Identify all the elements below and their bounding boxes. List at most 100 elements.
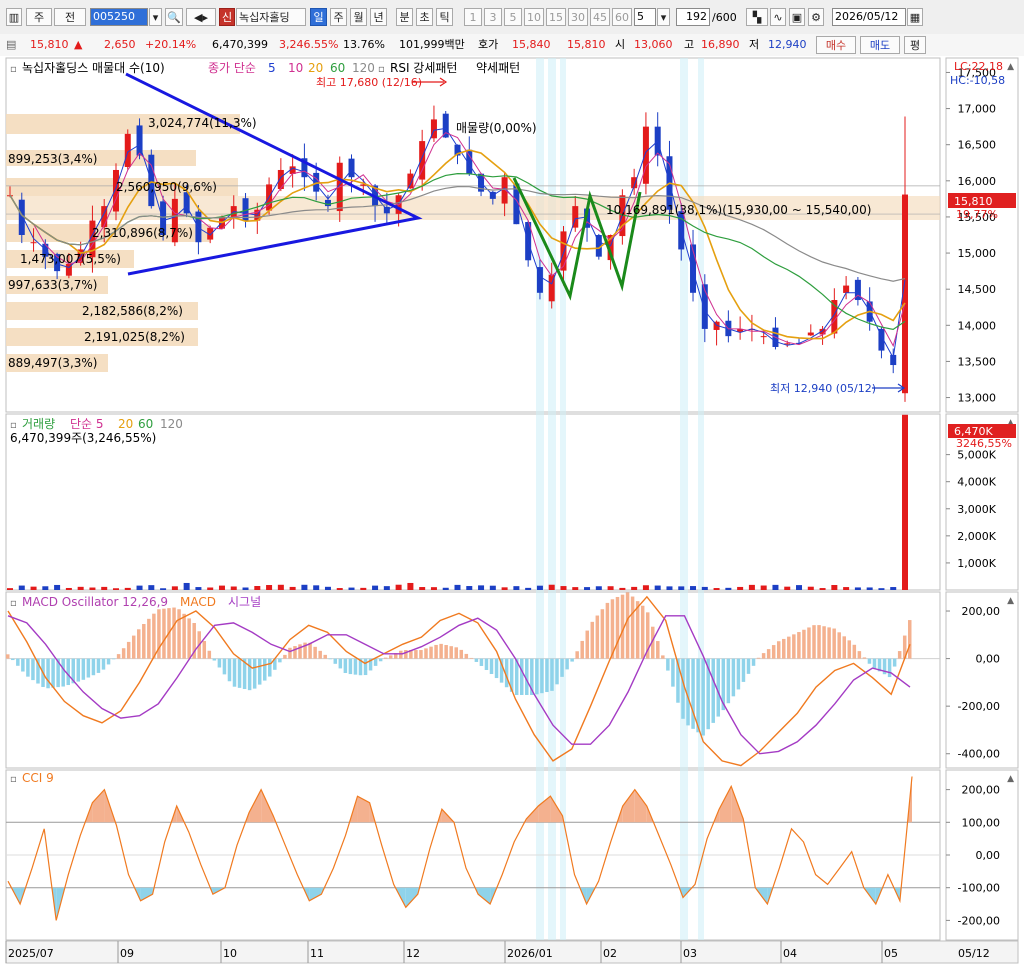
panel-scroll-icon: ▲ — [1007, 774, 1014, 784]
macd-histogram-bar — [857, 651, 862, 659]
macd-histogram-bar — [414, 650, 418, 659]
macd-histogram-bar — [469, 657, 474, 659]
x-axis-label: 2025/07 — [8, 947, 54, 960]
volume-bar — [854, 587, 861, 590]
eval-button[interactable]: 평 — [904, 36, 926, 54]
interval-3[interactable]: 3 — [484, 8, 502, 26]
interval-dropdown-icon[interactable]: ▾ — [657, 8, 670, 26]
macd-histogram-bar — [489, 658, 494, 675]
macd-histogram-bar — [237, 658, 242, 688]
window-menu-icon[interactable]: ▥ — [6, 8, 22, 26]
volume-ma-period: 20 — [118, 417, 133, 431]
macd-histogram-bar — [21, 658, 25, 672]
stock-chart[interactable]: ▲▲▲▲ 2025/07 09 10 11 12 2026/01 02 03 04 05 05/12… — [0, 56, 1024, 964]
volume-bar — [254, 585, 261, 590]
highlight-band — [698, 58, 704, 940]
volume-y-label: 2,000K — [957, 530, 996, 543]
chart-type-icon[interactable]: ▚ — [746, 8, 768, 26]
sound-icon[interactable]: ◀▸ — [186, 8, 216, 26]
volume-bar — [112, 588, 119, 590]
change-percent: +20.14% — [145, 38, 197, 51]
period-tick[interactable]: 틱 — [436, 8, 453, 26]
ma-legend-period: 120 — [352, 61, 375, 75]
buy-button[interactable]: 매수 — [816, 36, 856, 54]
volume-bar — [336, 588, 343, 590]
macd-histogram-bar — [852, 644, 857, 659]
interval-1[interactable]: 1 — [464, 8, 482, 26]
interval-60[interactable]: 60 — [612, 8, 632, 26]
macd-histogram-bar — [152, 613, 156, 659]
macd-histogram-bar — [333, 658, 338, 664]
indicator-icon[interactable]: ∿ — [770, 8, 786, 26]
macd-histogram-bar — [640, 605, 645, 659]
macd-histogram-bar — [318, 650, 322, 659]
legend-toggle-icon: ▫ — [10, 64, 17, 75]
chart-area: ▲ ▲ ▲ ▲ 2025/07 09 10 11 12 2026/01 02 03 04 05 05/12… — [0, 56, 1024, 964]
interval-30[interactable]: 30 — [568, 8, 588, 26]
x-axis-label: 2026/01 — [507, 947, 553, 960]
period-second[interactable]: 초 — [416, 8, 433, 26]
save-icon[interactable]: ▣ — [789, 8, 805, 26]
interval-5[interactable]: 5 — [504, 8, 522, 26]
volume-bar — [548, 584, 555, 590]
volume-bar — [619, 587, 626, 590]
macd-histogram-bar — [424, 648, 428, 659]
macd-histogram-bar — [278, 658, 282, 663]
settings-icon[interactable]: ⚙ — [808, 8, 824, 26]
macd-histogram-bar — [434, 644, 438, 659]
volume-profile-label: 2,191,025(8,2%) — [84, 330, 185, 344]
volume-profile-label: 3,024,774(11,3%) — [148, 116, 257, 130]
code-input[interactable]: 005250 — [90, 8, 148, 26]
price-y-label: 14,500 — [958, 283, 997, 296]
prev-select[interactable]: 전 — [54, 8, 86, 26]
volume-bar — [407, 582, 414, 590]
macd-histogram-bar — [323, 654, 327, 659]
macd-histogram-bar — [625, 592, 630, 659]
macd-histogram-bar — [76, 658, 81, 682]
candle-body — [30, 242, 37, 244]
macd-histogram-bar — [363, 658, 368, 676]
interval-input[interactable]: 5 — [634, 8, 656, 26]
macd-histogram-bar — [46, 658, 50, 689]
ma-legend-label: 종가 단순 — [208, 61, 256, 75]
legend-toggle-icon: ▫ — [10, 774, 17, 785]
candle-body — [324, 199, 331, 207]
code-dropdown-icon[interactable]: ▾ — [149, 8, 162, 26]
period-day[interactable]: 일 — [310, 8, 327, 26]
interval-15[interactable]: 15 — [546, 8, 566, 26]
macd-histogram-bar — [388, 655, 393, 659]
period-month[interactable]: 월 — [350, 8, 367, 26]
interval-10[interactable]: 10 — [524, 8, 544, 26]
macd-histogram-bar — [600, 609, 605, 659]
interval-45[interactable]: 45 — [590, 8, 610, 26]
macd-histogram-bar — [142, 623, 146, 659]
calendar-icon[interactable]: ▦ — [907, 8, 923, 26]
search-icon[interactable]: 🔍 — [165, 8, 183, 26]
market-select[interactable]: 주 — [26, 8, 52, 26]
date-input[interactable]: 2026/05/12 — [832, 8, 906, 26]
volume-bar — [54, 584, 61, 590]
macd-histogram-bar — [439, 643, 443, 659]
macd-histogram-bar — [11, 658, 15, 661]
high-price: 16,890 — [701, 38, 740, 51]
high-label: 고 — [684, 38, 695, 51]
x-axis-label: 11 — [310, 947, 324, 960]
panel-scroll-icon: ▲ — [1007, 62, 1014, 72]
macd-histogram-bar — [137, 629, 141, 659]
macd-histogram-bar — [787, 636, 791, 659]
volume-bar — [136, 585, 143, 590]
period-week[interactable]: 주 — [330, 8, 347, 26]
volume-bar — [313, 585, 320, 590]
volume-bar — [890, 587, 897, 590]
macd-histogram-bar — [66, 658, 70, 686]
macd-histogram-bar — [756, 657, 761, 659]
period-minute[interactable]: 분 — [396, 8, 413, 26]
sell-button[interactable]: 매도 — [860, 36, 900, 54]
macd-histogram-bar — [404, 650, 408, 659]
period-year[interactable]: 년 — [370, 8, 387, 26]
macd-histogram-bar — [187, 618, 191, 659]
volume-bar — [819, 588, 826, 590]
macd-histogram-bar — [91, 658, 96, 676]
count-input[interactable]: 192 — [676, 8, 710, 26]
macd-histogram-bar — [383, 657, 388, 659]
